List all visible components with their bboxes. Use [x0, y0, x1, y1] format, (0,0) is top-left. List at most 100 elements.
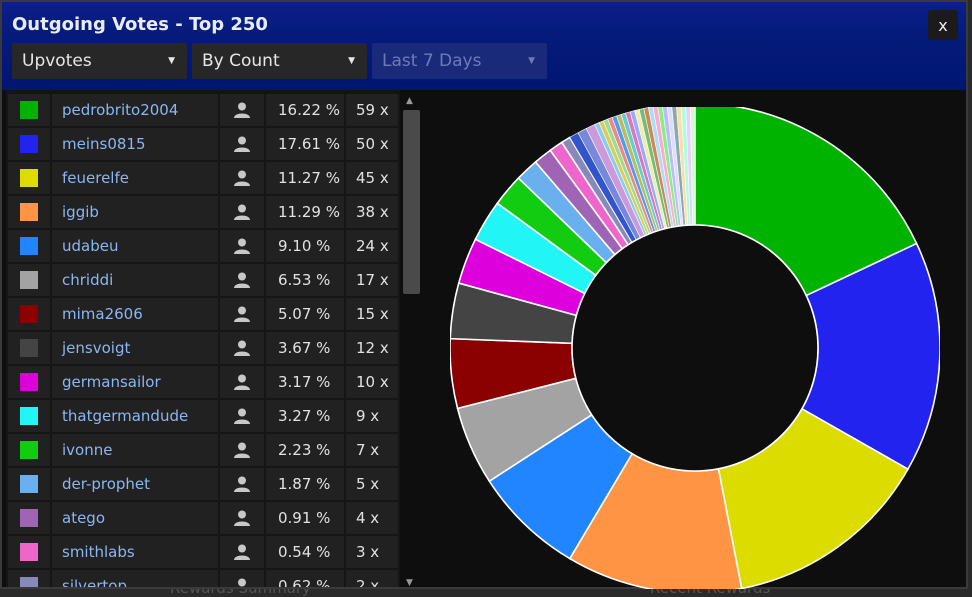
swatch-box	[20, 169, 38, 187]
color-swatch	[8, 196, 50, 228]
swatch-box	[20, 339, 38, 357]
vote-percent: 5.07 %	[266, 298, 344, 330]
table-row[interactable]: der-prophet 1.87 % 5 x	[8, 468, 398, 500]
vote-percent: 3.27 %	[266, 400, 344, 432]
user-icon[interactable]	[220, 468, 264, 500]
vote-count: 15 x	[346, 298, 398, 330]
voter-name-link[interactable]: pedrobrito2004	[52, 94, 218, 126]
user-icon[interactable]	[220, 196, 264, 228]
mode-select[interactable]: By Count ▼	[192, 43, 367, 79]
color-swatch	[8, 366, 50, 398]
table-row[interactable]: jensvoigt 3.67 % 12 x	[8, 332, 398, 364]
user-icon[interactable]	[220, 434, 264, 466]
list-scrollbar[interactable]: ▲ ▼	[402, 94, 420, 588]
vote-count: 5 x	[346, 468, 398, 500]
table-row[interactable]: silvertop 0.62 % 2 x	[8, 570, 398, 587]
voter-name-link[interactable]: udabeu	[52, 230, 218, 262]
vote-percent: 0.91 %	[266, 502, 344, 534]
user-icon[interactable]	[220, 366, 264, 398]
color-swatch	[8, 128, 50, 160]
color-swatch	[8, 502, 50, 534]
swatch-box	[20, 135, 38, 153]
table-row[interactable]: atego 0.91 % 4 x	[8, 502, 398, 534]
user-icon[interactable]	[220, 536, 264, 568]
vote-count: 2 x	[346, 570, 398, 587]
vote-percent: 11.29 %	[266, 196, 344, 228]
swatch-box	[20, 237, 38, 255]
table-row[interactable]: feuerelfe 11.27 % 45 x	[8, 162, 398, 194]
table-row[interactable]: germansailor 3.17 % 10 x	[8, 366, 398, 398]
table-row[interactable]: smithlabs 0.54 % 3 x	[8, 536, 398, 568]
voter-name-link[interactable]: chriddi	[52, 264, 218, 296]
color-swatch	[8, 536, 50, 568]
user-icon[interactable]	[220, 570, 264, 587]
table-row[interactable]: mima2606 5.07 % 15 x	[8, 298, 398, 330]
table-row[interactable]: thatgermandude 3.27 % 9 x	[8, 400, 398, 432]
voter-name-link[interactable]: der-prophet	[52, 468, 218, 500]
vote-count: 12 x	[346, 332, 398, 364]
donut-hole	[571, 224, 819, 472]
scroll-thumb[interactable]	[403, 110, 420, 294]
user-icon[interactable]	[220, 502, 264, 534]
vote-percent: 9.10 %	[266, 230, 344, 262]
table-row[interactable]: iggib 11.29 % 38 x	[8, 196, 398, 228]
color-swatch	[8, 434, 50, 466]
swatch-box	[20, 373, 38, 391]
voter-name-link[interactable]: jensvoigt	[52, 332, 218, 364]
swatch-box	[20, 475, 38, 493]
voter-name-link[interactable]: atego	[52, 502, 218, 534]
caret-down-icon: ▼	[168, 56, 175, 66]
swatch-box	[20, 441, 38, 459]
swatch-box	[20, 543, 38, 561]
table-row[interactable]: ivonne 2.23 % 7 x	[8, 434, 398, 466]
voter-name-link[interactable]: meins0815	[52, 128, 218, 160]
table-row[interactable]: udabeu 9.10 % 24 x	[8, 230, 398, 262]
voter-name-link[interactable]: mima2606	[52, 298, 218, 330]
color-swatch	[8, 264, 50, 296]
close-button[interactable]: x	[928, 10, 958, 40]
swatch-box	[20, 101, 38, 119]
voter-name-link[interactable]: silvertop	[52, 570, 218, 587]
user-icon[interactable]	[220, 332, 264, 364]
table-row[interactable]: chriddi 6.53 % 17 x	[8, 264, 398, 296]
vote-percent: 17.61 %	[266, 128, 344, 160]
color-swatch	[8, 162, 50, 194]
vote-count: 7 x	[346, 434, 398, 466]
vote-count: 4 x	[346, 502, 398, 534]
scroll-up-icon[interactable]: ▲	[406, 96, 413, 106]
user-icon[interactable]	[220, 264, 264, 296]
user-icon[interactable]	[220, 162, 264, 194]
user-icon[interactable]	[220, 400, 264, 432]
voter-name-link[interactable]: ivonne	[52, 434, 218, 466]
caret-down-icon: ▼	[348, 56, 355, 66]
voter-name-link[interactable]: thatgermandude	[52, 400, 218, 432]
voter-name-link[interactable]: iggib	[52, 196, 218, 228]
color-swatch	[8, 94, 50, 126]
user-icon[interactable]	[220, 298, 264, 330]
modal-header: Outgoing Votes - Top 250 x Upvotes ▼ By …	[2, 2, 966, 90]
user-icon[interactable]	[220, 230, 264, 262]
user-icon[interactable]	[220, 128, 264, 160]
vote-count: 17 x	[346, 264, 398, 296]
vote-count: 9 x	[346, 400, 398, 432]
table-row[interactable]: meins0815 17.61 % 50 x	[8, 128, 398, 160]
scroll-down-icon[interactable]: ▼	[406, 578, 413, 588]
color-swatch	[8, 332, 50, 364]
voter-name-link[interactable]: smithlabs	[52, 536, 218, 568]
vote-count: 24 x	[346, 230, 398, 262]
vote-count: 45 x	[346, 162, 398, 194]
vote-percent: 3.17 %	[266, 366, 344, 398]
vote-type-select[interactable]: Upvotes ▼	[12, 43, 187, 79]
table-row[interactable]: pedrobrito2004 16.22 % 59 x	[8, 94, 398, 126]
user-icon[interactable]	[220, 94, 264, 126]
swatch-box	[20, 407, 38, 425]
range-select[interactable]: Last 7 Days ▼	[372, 43, 547, 79]
color-swatch	[8, 400, 50, 432]
vote-percent: 2.23 %	[266, 434, 344, 466]
voter-name-link[interactable]: feuerelfe	[52, 162, 218, 194]
voter-name-link[interactable]: germansailor	[52, 366, 218, 398]
vote-percent: 3.67 %	[266, 332, 344, 364]
swatch-box	[20, 577, 38, 587]
votes-donut-chart	[450, 107, 940, 589]
color-swatch	[8, 468, 50, 500]
